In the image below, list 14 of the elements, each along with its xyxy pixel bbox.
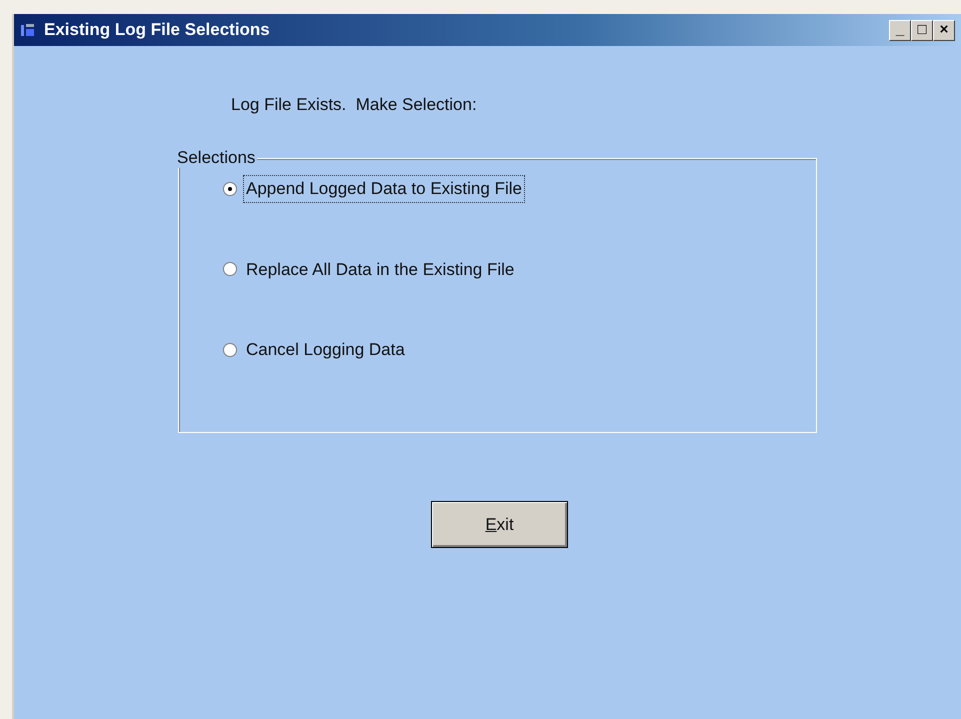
radio-button[interactable] [223,262,237,276]
radio-button[interactable] [223,182,237,196]
option-label[interactable]: Cancel Logging Data [243,336,408,364]
exit-button[interactable]: Exit [431,501,568,548]
prompt-text: Log File Exists. Make Selection: [231,94,477,116]
minimize-button[interactable]: _ [889,20,911,40]
option-label[interactable]: Replace All Data in the Existing File [243,256,518,283]
option-label[interactable]: Append Logged Data to Existing File [243,175,525,202]
radio-button[interactable] [223,342,237,357]
close-button[interactable]: × [933,20,955,40]
app-icon [20,22,36,38]
group-legend: Selections [177,148,258,168]
window-title: Existing Log File Selections [44,19,270,42]
maximize-button[interactable]: □ [911,20,933,40]
